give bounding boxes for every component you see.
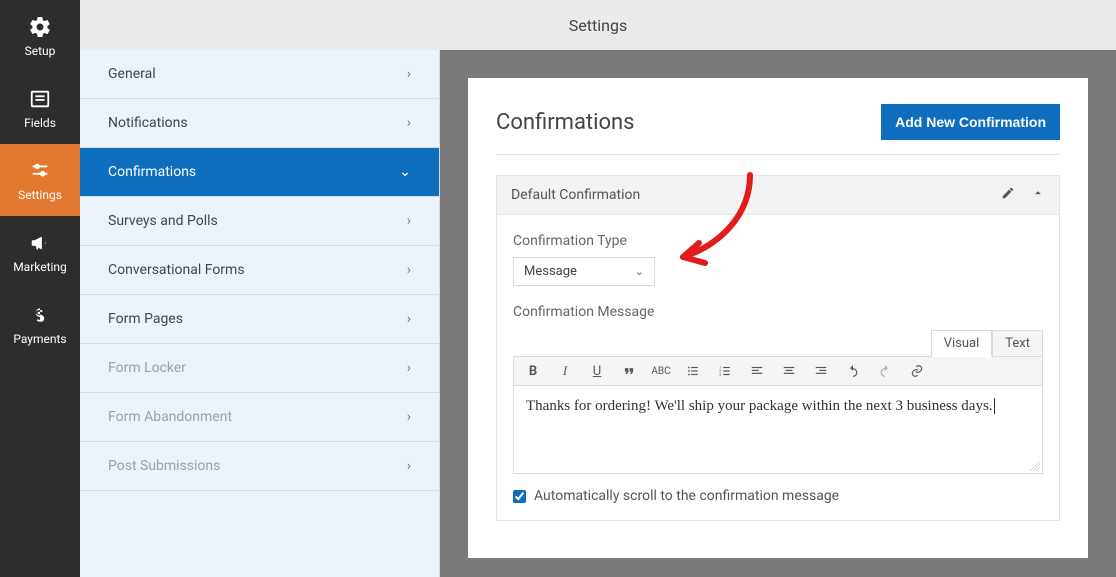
auto-scroll-option[interactable]: Automatically scroll to the confirmation… [513,488,1043,504]
chevron-down-icon: ⌄ [635,265,644,278]
settings-item-label: Conversational Forms [108,262,245,278]
chevron-right-icon: › [407,262,411,278]
settings-item-form-locker[interactable]: Form Locker › [80,344,439,393]
page-title: Settings [569,16,627,35]
settings-item-surveys[interactable]: Surveys and Polls › [80,197,439,246]
rail-item-marketing[interactable]: Marketing [0,216,80,288]
settings-item-label: General [108,66,156,82]
redo-icon[interactable] [876,364,894,378]
chevron-right-icon: › [407,458,411,474]
settings-sidebar: General › Notifications › Confirmations … [80,50,440,577]
align-left-icon[interactable] [748,364,766,378]
select-value: Message [524,264,577,279]
chevron-down-icon: ⌄ [399,164,411,180]
form-icon [27,86,53,112]
chevron-right-icon: › [407,360,411,376]
confirmation-message-label: Confirmation Message [513,304,1043,320]
rail-item-label: Fields [24,116,56,130]
editor-toolbar: B I U ABC [513,356,1043,386]
settings-item-post-submissions[interactable]: Post Submissions › [80,442,439,491]
settings-item-label: Confirmations [108,164,196,180]
settings-item-label: Post Submissions [108,458,220,474]
settings-item-form-pages[interactable]: Form Pages › [80,295,439,344]
editor-tab-visual[interactable]: Visual [931,330,993,357]
settings-item-label: Form Abandonment [108,409,232,425]
settings-item-confirmations[interactable]: Confirmations ⌄ [80,148,439,197]
rail-item-label: Setup [25,44,56,58]
confirmation-card: Default Confirmation Con [496,175,1060,521]
settings-item-notifications[interactable]: Notifications › [80,99,439,148]
confirmation-message-editor[interactable]: Thanks for ordering! We'll ship your pac… [513,386,1043,474]
confirmations-panel: Confirmations Add New Confirmation Defau… [468,78,1088,558]
numbered-list-icon[interactable]: 123 [716,364,734,378]
text-cursor [994,398,999,414]
align-right-icon[interactable] [812,364,830,378]
underline-icon[interactable]: U [588,364,606,379]
resize-handle[interactable] [1030,461,1040,471]
confirmation-type-select[interactable]: Message ⌄ [513,257,655,286]
auto-scroll-checkbox[interactable] [513,490,526,503]
settings-item-conversational[interactable]: Conversational Forms › [80,246,439,295]
bullhorn-icon [27,230,53,256]
bold-icon[interactable]: B [524,364,542,379]
chevron-right-icon: › [407,311,411,327]
edit-icon[interactable] [1001,186,1015,204]
settings-item-label: Form Locker [108,360,186,376]
rail-item-label: Settings [18,188,62,202]
bullet-list-icon[interactable] [684,364,702,378]
chevron-right-icon: › [407,66,411,82]
undo-icon[interactable] [844,364,862,378]
chevron-right-icon: › [407,213,411,229]
sliders-icon [27,158,53,184]
panel-title: Confirmations [496,110,635,135]
align-center-icon[interactable] [780,364,798,378]
settings-item-label: Notifications [108,115,188,131]
rail-item-fields[interactable]: Fields [0,72,80,144]
svg-text:3: 3 [719,373,721,377]
collapse-icon[interactable] [1031,186,1045,204]
link-icon[interactable] [908,364,926,378]
main-canvas: Confirmations Add New Confirmation Defau… [440,50,1116,577]
blockquote-icon[interactable] [620,364,638,378]
settings-item-label: Form Pages [108,311,183,327]
confirmation-name: Default Confirmation [511,187,640,203]
rail-item-label: Payments [13,332,66,346]
rail-item-setup[interactable]: Setup [0,0,80,72]
confirmation-type-label: Confirmation Type [513,233,1043,249]
italic-icon[interactable]: I [556,363,574,379]
editor-content: Thanks for ordering! We'll ship your pac… [526,398,993,414]
chevron-right-icon: › [407,409,411,425]
editor-tab-text[interactable]: Text [992,330,1043,357]
gear-icon [27,14,53,40]
chevron-right-icon: › [407,115,411,131]
page-header: Settings [80,0,1116,50]
settings-item-label: Surveys and Polls [108,213,218,229]
strikethrough-icon[interactable]: ABC [652,366,670,377]
rail-item-payments[interactable]: Payments [0,288,80,360]
builder-rail: Setup Fields Settings Marketing Payments [0,0,80,577]
dollar-icon [27,302,53,328]
settings-item-form-abandonment[interactable]: Form Abandonment › [80,393,439,442]
add-confirmation-button[interactable]: Add New Confirmation [881,104,1060,140]
auto-scroll-label: Automatically scroll to the confirmation… [534,488,839,504]
settings-item-general[interactable]: General › [80,50,439,99]
rail-item-label: Marketing [13,260,67,274]
rail-item-settings[interactable]: Settings [0,144,80,216]
